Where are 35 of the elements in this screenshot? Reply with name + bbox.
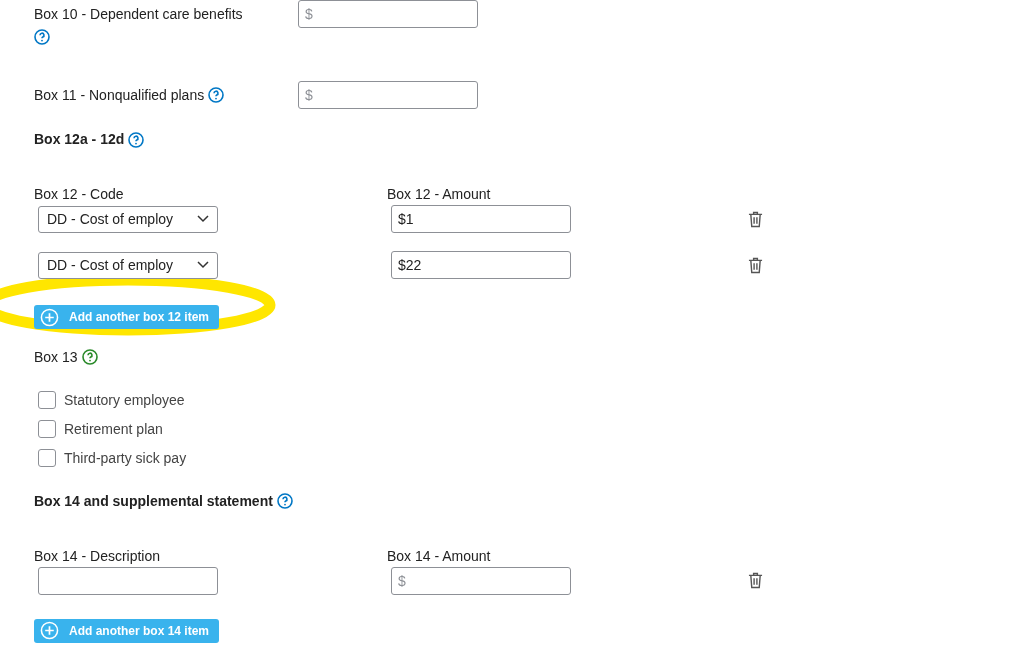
- code-dropdown[interactable]: DD - Cost of employ: [38, 251, 218, 279]
- help-icon[interactable]: [81, 349, 98, 365]
- checkbox-label: Retirement plan: [64, 419, 163, 439]
- code-dropdown[interactable]: DD - Cost of employ: [38, 205, 218, 233]
- checkbox-label: Statutory employee: [64, 390, 185, 410]
- section-label: Box 13: [34, 347, 78, 367]
- checkbox-label: Third-party sick pay: [64, 448, 187, 468]
- input-field[interactable]: $: [298, 81, 478, 109]
- help-icon[interactable]: [276, 493, 293, 509]
- section-heading: Box 12a - 12d: [34, 130, 125, 149]
- field-label: Box 14 - Description: [34, 546, 162, 566]
- field-label: Box 14 - Amount: [387, 546, 491, 566]
- input-field[interactable]: $: [391, 566, 571, 595]
- chevron-down-icon: [197, 215, 209, 223]
- field-label: Box 12 - Code: [34, 185, 125, 204]
- chevron-down-icon: [197, 261, 209, 269]
- help-icon[interactable]: [208, 87, 225, 103]
- input-field[interactable]: $: [298, 0, 478, 28]
- checkbox[interactable]: [38, 449, 56, 467]
- field-label: Box 11 - Nonqualified plans: [34, 85, 205, 105]
- plus-icon: [40, 307, 59, 327]
- help-icon[interactable]: [128, 131, 145, 148]
- input-field[interactable]: $1: [391, 205, 571, 233]
- trash-icon[interactable]: [748, 572, 763, 589]
- trash-icon[interactable]: [748, 256, 763, 274]
- section-heading: Box 14 and supplemental statement: [34, 491, 273, 511]
- checkbox[interactable]: [38, 420, 56, 438]
- plus-icon: [40, 621, 59, 640]
- field-label: Box 12 - Amount: [387, 185, 491, 204]
- input-field[interactable]: $22: [391, 251, 571, 279]
- checkbox[interactable]: [38, 391, 56, 409]
- help-icon[interactable]: [34, 29, 50, 45]
- input-field[interactable]: [38, 566, 218, 595]
- field-label: Box 10 - Dependent care benefits: [34, 5, 243, 24]
- trash-icon[interactable]: [748, 210, 763, 228]
